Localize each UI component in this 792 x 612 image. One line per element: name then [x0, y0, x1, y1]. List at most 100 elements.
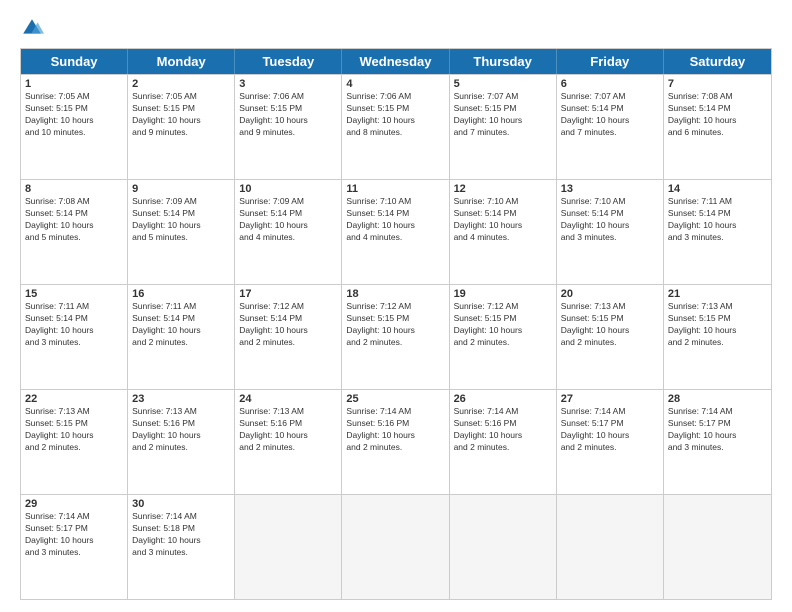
day-number: 9	[132, 183, 230, 195]
header-day-friday: Friday	[557, 49, 664, 74]
cell-info: Sunrise: 7:08 AMSunset: 5:14 PMDaylight:…	[25, 196, 123, 244]
cal-cell: 7Sunrise: 7:08 AMSunset: 5:14 PMDaylight…	[664, 75, 771, 179]
cell-info: Sunrise: 7:14 AMSunset: 5:16 PMDaylight:…	[454, 406, 552, 454]
cal-cell: 24Sunrise: 7:13 AMSunset: 5:16 PMDayligh…	[235, 390, 342, 494]
cal-cell: 14Sunrise: 7:11 AMSunset: 5:14 PMDayligh…	[664, 180, 771, 284]
cal-week-3: 15Sunrise: 7:11 AMSunset: 5:14 PMDayligh…	[21, 284, 771, 389]
cell-info: Sunrise: 7:14 AMSunset: 5:17 PMDaylight:…	[561, 406, 659, 454]
cal-week-4: 22Sunrise: 7:13 AMSunset: 5:15 PMDayligh…	[21, 389, 771, 494]
cell-info: Sunrise: 7:05 AMSunset: 5:15 PMDaylight:…	[25, 91, 123, 139]
day-number: 23	[132, 393, 230, 405]
cal-cell: 28Sunrise: 7:14 AMSunset: 5:17 PMDayligh…	[664, 390, 771, 494]
cell-info: Sunrise: 7:10 AMSunset: 5:14 PMDaylight:…	[346, 196, 444, 244]
cal-cell: 8Sunrise: 7:08 AMSunset: 5:14 PMDaylight…	[21, 180, 128, 284]
cal-cell: 23Sunrise: 7:13 AMSunset: 5:16 PMDayligh…	[128, 390, 235, 494]
header-day-tuesday: Tuesday	[235, 49, 342, 74]
day-number: 22	[25, 393, 123, 405]
header	[20, 16, 772, 40]
cell-info: Sunrise: 7:12 AMSunset: 5:15 PMDaylight:…	[454, 301, 552, 349]
day-number: 14	[668, 183, 767, 195]
cal-cell	[664, 495, 771, 599]
cell-info: Sunrise: 7:12 AMSunset: 5:14 PMDaylight:…	[239, 301, 337, 349]
header-day-sunday: Sunday	[21, 49, 128, 74]
day-number: 20	[561, 288, 659, 300]
cal-cell: 3Sunrise: 7:06 AMSunset: 5:15 PMDaylight…	[235, 75, 342, 179]
cal-cell: 2Sunrise: 7:05 AMSunset: 5:15 PMDaylight…	[128, 75, 235, 179]
calendar: SundayMondayTuesdayWednesdayThursdayFrid…	[20, 48, 772, 600]
logo	[20, 16, 48, 40]
cal-cell	[557, 495, 664, 599]
cell-info: Sunrise: 7:13 AMSunset: 5:15 PMDaylight:…	[561, 301, 659, 349]
cal-cell	[235, 495, 342, 599]
day-number: 1	[25, 78, 123, 90]
day-number: 15	[25, 288, 123, 300]
cal-cell: 11Sunrise: 7:10 AMSunset: 5:14 PMDayligh…	[342, 180, 449, 284]
cal-cell: 17Sunrise: 7:12 AMSunset: 5:14 PMDayligh…	[235, 285, 342, 389]
cal-cell: 12Sunrise: 7:10 AMSunset: 5:14 PMDayligh…	[450, 180, 557, 284]
page: SundayMondayTuesdayWednesdayThursdayFrid…	[0, 0, 792, 612]
calendar-header: SundayMondayTuesdayWednesdayThursdayFrid…	[21, 49, 771, 74]
cal-cell: 26Sunrise: 7:14 AMSunset: 5:16 PMDayligh…	[450, 390, 557, 494]
cell-info: Sunrise: 7:10 AMSunset: 5:14 PMDaylight:…	[561, 196, 659, 244]
day-number: 21	[668, 288, 767, 300]
cal-cell: 6Sunrise: 7:07 AMSunset: 5:14 PMDaylight…	[557, 75, 664, 179]
cell-info: Sunrise: 7:14 AMSunset: 5:16 PMDaylight:…	[346, 406, 444, 454]
cal-cell: 21Sunrise: 7:13 AMSunset: 5:15 PMDayligh…	[664, 285, 771, 389]
day-number: 29	[25, 498, 123, 510]
logo-icon	[20, 16, 44, 40]
cal-cell: 1Sunrise: 7:05 AMSunset: 5:15 PMDaylight…	[21, 75, 128, 179]
day-number: 10	[239, 183, 337, 195]
day-number: 12	[454, 183, 552, 195]
cell-info: Sunrise: 7:07 AMSunset: 5:14 PMDaylight:…	[561, 91, 659, 139]
cell-info: Sunrise: 7:14 AMSunset: 5:17 PMDaylight:…	[668, 406, 767, 454]
cell-info: Sunrise: 7:09 AMSunset: 5:14 PMDaylight:…	[239, 196, 337, 244]
day-number: 27	[561, 393, 659, 405]
cell-info: Sunrise: 7:09 AMSunset: 5:14 PMDaylight:…	[132, 196, 230, 244]
day-number: 24	[239, 393, 337, 405]
cell-info: Sunrise: 7:10 AMSunset: 5:14 PMDaylight:…	[454, 196, 552, 244]
cell-info: Sunrise: 7:08 AMSunset: 5:14 PMDaylight:…	[668, 91, 767, 139]
day-number: 26	[454, 393, 552, 405]
day-number: 11	[346, 183, 444, 195]
cal-cell: 22Sunrise: 7:13 AMSunset: 5:15 PMDayligh…	[21, 390, 128, 494]
cal-cell: 9Sunrise: 7:09 AMSunset: 5:14 PMDaylight…	[128, 180, 235, 284]
header-day-saturday: Saturday	[664, 49, 771, 74]
day-number: 4	[346, 78, 444, 90]
cell-info: Sunrise: 7:13 AMSunset: 5:15 PMDaylight:…	[25, 406, 123, 454]
cell-info: Sunrise: 7:14 AMSunset: 5:18 PMDaylight:…	[132, 511, 230, 559]
calendar-body: 1Sunrise: 7:05 AMSunset: 5:15 PMDaylight…	[21, 74, 771, 599]
day-number: 25	[346, 393, 444, 405]
cal-cell: 30Sunrise: 7:14 AMSunset: 5:18 PMDayligh…	[128, 495, 235, 599]
cell-info: Sunrise: 7:14 AMSunset: 5:17 PMDaylight:…	[25, 511, 123, 559]
cal-cell: 5Sunrise: 7:07 AMSunset: 5:15 PMDaylight…	[450, 75, 557, 179]
cal-week-1: 1Sunrise: 7:05 AMSunset: 5:15 PMDaylight…	[21, 74, 771, 179]
cell-info: Sunrise: 7:12 AMSunset: 5:15 PMDaylight:…	[346, 301, 444, 349]
day-number: 17	[239, 288, 337, 300]
header-day-thursday: Thursday	[450, 49, 557, 74]
cell-info: Sunrise: 7:11 AMSunset: 5:14 PMDaylight:…	[25, 301, 123, 349]
day-number: 5	[454, 78, 552, 90]
day-number: 13	[561, 183, 659, 195]
day-number: 7	[668, 78, 767, 90]
cal-cell: 4Sunrise: 7:06 AMSunset: 5:15 PMDaylight…	[342, 75, 449, 179]
day-number: 2	[132, 78, 230, 90]
day-number: 6	[561, 78, 659, 90]
cell-info: Sunrise: 7:13 AMSunset: 5:16 PMDaylight:…	[239, 406, 337, 454]
cell-info: Sunrise: 7:11 AMSunset: 5:14 PMDaylight:…	[132, 301, 230, 349]
cal-cell: 20Sunrise: 7:13 AMSunset: 5:15 PMDayligh…	[557, 285, 664, 389]
header-day-wednesday: Wednesday	[342, 49, 449, 74]
cell-info: Sunrise: 7:06 AMSunset: 5:15 PMDaylight:…	[346, 91, 444, 139]
day-number: 16	[132, 288, 230, 300]
cell-info: Sunrise: 7:05 AMSunset: 5:15 PMDaylight:…	[132, 91, 230, 139]
cal-week-2: 8Sunrise: 7:08 AMSunset: 5:14 PMDaylight…	[21, 179, 771, 284]
cal-cell: 27Sunrise: 7:14 AMSunset: 5:17 PMDayligh…	[557, 390, 664, 494]
day-number: 18	[346, 288, 444, 300]
cal-cell: 10Sunrise: 7:09 AMSunset: 5:14 PMDayligh…	[235, 180, 342, 284]
cell-info: Sunrise: 7:13 AMSunset: 5:15 PMDaylight:…	[668, 301, 767, 349]
cal-cell: 25Sunrise: 7:14 AMSunset: 5:16 PMDayligh…	[342, 390, 449, 494]
cal-cell	[450, 495, 557, 599]
cell-info: Sunrise: 7:13 AMSunset: 5:16 PMDaylight:…	[132, 406, 230, 454]
cal-cell: 16Sunrise: 7:11 AMSunset: 5:14 PMDayligh…	[128, 285, 235, 389]
day-number: 3	[239, 78, 337, 90]
day-number: 8	[25, 183, 123, 195]
